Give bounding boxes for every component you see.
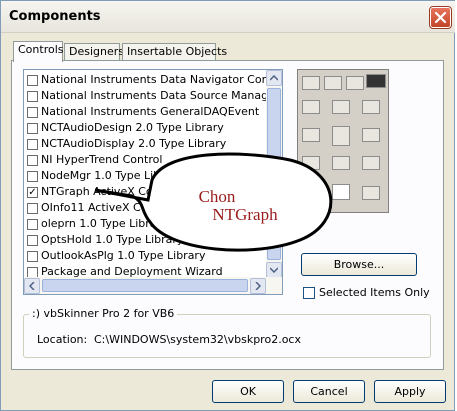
tab-designers[interactable]: Designers xyxy=(64,43,124,61)
tool-icon xyxy=(346,76,364,90)
control-label: OptsHold 1.0 Type Library xyxy=(41,233,184,246)
tab-insertable-objects[interactable]: Insertable Objects xyxy=(122,43,227,61)
tool-icon xyxy=(332,100,350,114)
tab-controls[interactable]: Controls xyxy=(13,41,64,62)
control-checkbox[interactable] xyxy=(27,219,38,230)
vertical-scrollbar[interactable] xyxy=(266,70,282,278)
control-checkbox[interactable] xyxy=(27,251,38,262)
location-label: Location: xyxy=(37,333,88,346)
ok-button[interactable]: OK xyxy=(212,380,284,403)
tool-icon xyxy=(332,156,350,170)
tool-icon xyxy=(302,156,320,170)
arrow-left-icon xyxy=(29,282,35,290)
tool-icon xyxy=(324,76,342,90)
control-checkbox[interactable] xyxy=(27,155,38,166)
selected-items-only-checkbox[interactable] xyxy=(303,287,315,299)
arrow-down-icon xyxy=(270,267,278,273)
tool-icon xyxy=(302,76,320,90)
control-label: NCTAudioDesign 2.0 Type Library xyxy=(41,121,224,134)
control-label: National Instruments Data Navigator Cont… xyxy=(41,73,270,86)
control-list-item[interactable]: OptsHold 1.0 Type Library xyxy=(24,232,270,248)
vertical-scroll-thumb[interactable] xyxy=(267,88,281,260)
control-checkbox[interactable] xyxy=(27,171,38,182)
controls-listbox[interactable]: National Instruments Data Navigator Cont… xyxy=(23,69,283,295)
tool-icon-selected xyxy=(332,126,350,146)
window-title: Components xyxy=(9,9,101,24)
control-list-item[interactable]: OInfo11 ActiveX Control module xyxy=(24,200,270,216)
control-label: oleprn 1.0 Type Library xyxy=(41,217,168,230)
control-list-item[interactable]: oleprn 1.0 Type Library xyxy=(24,216,270,232)
tool-icon xyxy=(362,128,380,142)
ole-icon xyxy=(366,74,386,88)
close-icon xyxy=(434,11,447,24)
control-label: NI HyperTrend Control xyxy=(41,153,163,166)
tool-icon xyxy=(302,128,320,142)
scroll-right-button[interactable] xyxy=(250,278,266,294)
control-checkbox[interactable] xyxy=(27,203,38,214)
control-list-item[interactable]: National Instruments Data Source Manager… xyxy=(24,88,270,104)
control-checkbox[interactable]: ✓ xyxy=(27,187,38,198)
control-checkbox[interactable] xyxy=(27,107,38,118)
groupbox-title: :) vbSkinner Pro 2 for VB6 xyxy=(29,307,178,320)
control-list-item[interactable]: NCTAudioDesign 2.0 Type Library xyxy=(24,120,270,136)
control-label: NTGraph ActiveX Control module xyxy=(41,185,223,198)
control-list-item[interactable]: NI HyperTrend Control xyxy=(24,152,270,168)
control-list-item[interactable]: NCTAudioDisplay 2.0 Type Library xyxy=(24,136,270,152)
tool-icon xyxy=(362,156,380,170)
control-list-item[interactable]: OutlookAsPlg 1.0 Type Library xyxy=(24,248,270,264)
horizontal-scroll-thumb[interactable] xyxy=(42,279,248,292)
close-button[interactable] xyxy=(429,6,452,29)
control-list-item[interactable]: National Instruments GeneralDAQEvent xyxy=(24,104,270,120)
arrow-right-icon xyxy=(255,282,261,290)
control-label: National Instruments GeneralDAQEvent xyxy=(41,105,260,118)
toolbox-preview xyxy=(297,69,389,213)
ntgraph-tool-icon xyxy=(332,184,350,200)
control-checkbox[interactable] xyxy=(27,123,38,134)
apply-button[interactable]: Apply xyxy=(374,380,446,403)
horizontal-scrollbar[interactable] xyxy=(24,277,282,294)
control-label: NodeMgr 1.0 Type Library xyxy=(41,169,183,182)
tool-icon xyxy=(302,100,320,114)
arrow-up-icon xyxy=(270,75,278,81)
control-checkbox[interactable] xyxy=(27,139,38,150)
control-checkbox[interactable] xyxy=(27,75,38,86)
control-label: OutlookAsPlg 1.0 Type Library xyxy=(41,249,206,262)
control-label: OInfo11 ActiveX Control module xyxy=(41,201,218,214)
tool-icon xyxy=(302,186,320,200)
tool-icon xyxy=(362,186,380,200)
selected-items-only-label: Selected Items Only xyxy=(319,286,430,299)
control-label: NCTAudioDisplay 2.0 Type Library xyxy=(41,137,227,150)
scroll-up-button[interactable] xyxy=(266,70,282,86)
control-checkbox[interactable] xyxy=(27,91,38,102)
scroll-down-button[interactable] xyxy=(266,262,282,278)
location-value: C:\WINDOWS\system32\vbskpro2.ocx xyxy=(94,333,301,346)
browse-button[interactable]: Browse... xyxy=(301,253,417,276)
tool-icon xyxy=(362,100,380,114)
title-bar[interactable]: Components xyxy=(1,1,455,33)
components-dialog: Components Controls Designers Insertable… xyxy=(0,0,455,411)
control-list-item[interactable]: ✓ NTGraph ActiveX Control module xyxy=(24,184,270,200)
control-checkbox[interactable] xyxy=(27,235,38,246)
scroll-left-button[interactable] xyxy=(24,278,40,294)
cancel-button[interactable]: Cancel xyxy=(293,380,365,403)
control-list-item[interactable]: National Instruments Data Navigator Cont… xyxy=(24,72,270,88)
control-list-item[interactable]: NodeMgr 1.0 Type Library xyxy=(24,168,270,184)
control-label: National Instruments Data Source Manager… xyxy=(41,89,270,102)
